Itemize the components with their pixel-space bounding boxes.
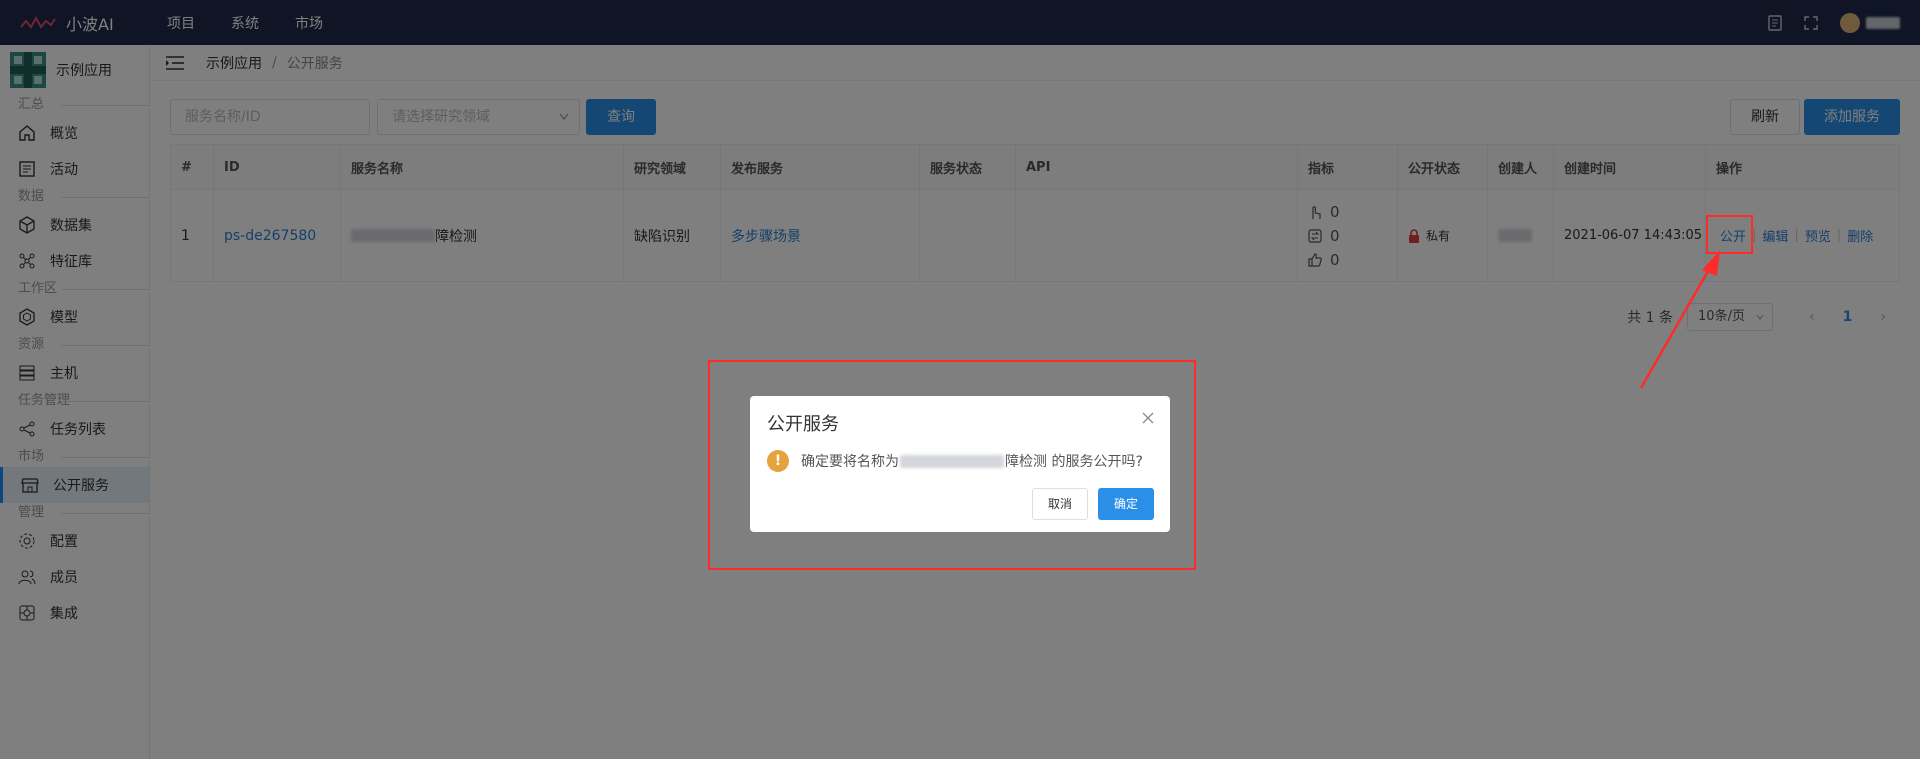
- annotation-arrow-icon: [1639, 250, 1720, 389]
- confirm-dialog: 公开服务 ! 确定要将名称为 障检测 的服务公开吗? 取消 确定: [750, 396, 1170, 532]
- cancel-button[interactable]: 取消: [1032, 488, 1088, 520]
- dialog-message-mid: 障检测: [1005, 454, 1047, 470]
- dialog-message: ! 确定要将名称为 障检测 的服务公开吗?: [767, 450, 1143, 472]
- dialog-message-suffix: 的服务公开吗?: [1047, 454, 1143, 470]
- dialog-name-redacted: [900, 454, 1004, 468]
- close-icon[interactable]: [1142, 412, 1154, 424]
- confirm-button[interactable]: 确定: [1098, 488, 1154, 520]
- warning-icon: !: [767, 450, 789, 472]
- dialog-title: 公开服务: [767, 414, 839, 435]
- dialog-message-prefix: 确定要将名称为: [801, 454, 899, 470]
